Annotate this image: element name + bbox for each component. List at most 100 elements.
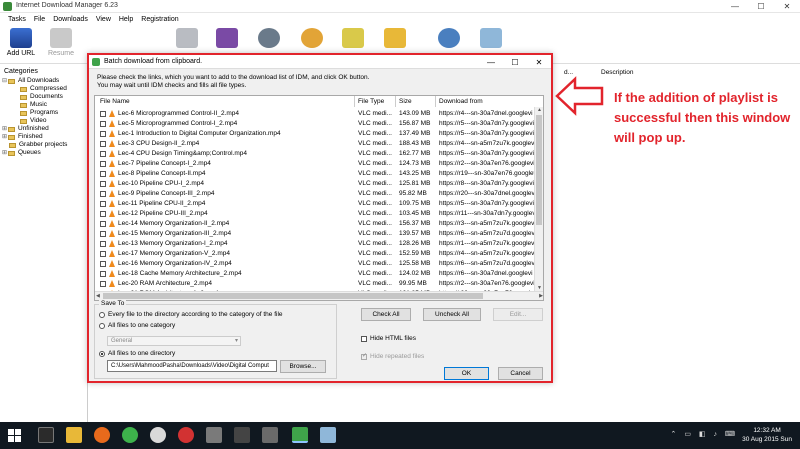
horizontal-scroll-thumb[interactable] <box>103 293 483 299</box>
file-row[interactable]: Lec-20 RAM Architecture_2.mp4 VLC medi...… <box>95 279 535 289</box>
idm-grabber-taskbar-icon[interactable] <box>320 427 336 443</box>
radio-every-file[interactable] <box>99 312 105 318</box>
col-size[interactable]: Size <box>399 98 412 105</box>
category-select[interactable]: General ▾ <box>107 336 241 346</box>
file-checkbox[interactable] <box>100 181 106 187</box>
file-checkbox[interactable] <box>100 211 106 217</box>
file-row[interactable]: Lec-7 Pipeline Concept-I_2.mp4 VLC medi..… <box>95 159 535 169</box>
file-checkbox[interactable] <box>100 221 106 227</box>
file-url: https://r11---sn-30a7dn7y.googlev <box>439 210 535 217</box>
file-checkbox[interactable] <box>100 111 106 117</box>
menu-view[interactable]: View <box>92 14 115 25</box>
hide-html-checkbox[interactable] <box>361 336 367 342</box>
category-unfinished[interactable]: ⊞ Unfinished <box>0 125 87 133</box>
menu-registration[interactable]: Registration <box>137 14 182 25</box>
radio-one-category[interactable] <box>99 323 105 329</box>
cancel-button[interactable]: Cancel <box>498 367 543 380</box>
category-compressed[interactable]: Compressed <box>0 85 87 93</box>
category-all-downloads[interactable]: ⊟ All Downloads <box>0 77 87 85</box>
resume-button[interactable]: Resume <box>44 28 78 62</box>
minimize-button[interactable]: — <box>722 0 748 13</box>
hide-repeated-checkbox[interactable] <box>361 352 367 360</box>
col-last-try[interactable]: d... <box>564 69 573 76</box>
category-documents[interactable]: Documents <box>0 93 87 101</box>
file-table: File Name File Type Size Download from L… <box>94 95 544 301</box>
file-checkbox[interactable] <box>100 261 106 267</box>
file-row[interactable]: Lec-12 Pipeline CPU-III_2.mp4 VLC medi...… <box>95 209 535 219</box>
dialog-maximize-button[interactable]: ☐ <box>503 55 527 69</box>
ok-button[interactable]: OK <box>444 367 489 380</box>
col-file-type[interactable]: File Type <box>358 98 384 105</box>
add-url-button[interactable]: Add URL <box>4 28 38 62</box>
utorrent-icon[interactable] <box>122 427 138 443</box>
file-checkbox[interactable] <box>100 251 106 257</box>
file-row[interactable]: Lec-16 Memory Organization-IV_2.mp4 VLC m… <box>95 259 535 269</box>
uncheck-all-button[interactable]: Uncheck All <box>423 308 481 321</box>
category-music[interactable]: Music <box>0 101 87 109</box>
file-url: https://r4---sn-a5m7zu7k.googlevi <box>439 250 535 257</box>
browse-button[interactable]: Browse... <box>280 360 326 373</box>
file-checkbox[interactable] <box>100 171 106 177</box>
check-all-button[interactable]: Check All <box>361 308 411 321</box>
category-queues[interactable]: ⊞ Queues <box>0 149 87 157</box>
file-row[interactable]: Lec-13 Memory Organization-I_2.mp4 VLC me… <box>95 239 535 249</box>
file-checkbox[interactable] <box>100 151 106 157</box>
dialog-close-button[interactable]: ✕ <box>527 55 551 69</box>
file-row[interactable]: Lec-4 CPU Design Timing&amp;Control.mp4 V… <box>95 149 535 159</box>
start-button[interactable] <box>8 429 21 442</box>
file-row[interactable]: Lec-8 Pipeline Concept-II.mp4 VLC medi...… <box>95 169 535 179</box>
file-checkbox[interactable] <box>100 271 106 277</box>
category-video[interactable]: Video <box>0 117 87 125</box>
task-view-icon[interactable] <box>38 427 54 443</box>
cmd-icon[interactable] <box>234 427 250 443</box>
file-checkbox[interactable] <box>100 121 106 127</box>
menu-downloads[interactable]: Downloads <box>49 14 92 25</box>
file-row[interactable]: Lec-17 Memory Organization-V_2.mp4 VLC me… <box>95 249 535 259</box>
app-icon[interactable] <box>206 427 222 443</box>
menu-tasks[interactable]: Tasks <box>4 14 30 25</box>
col-file-name[interactable]: File Name <box>100 98 130 105</box>
file-row[interactable]: Lec-14 Memory Organization-II_2.mp4 VLC m… <box>95 219 535 229</box>
menu-help[interactable]: Help <box>115 14 137 25</box>
opera-icon[interactable] <box>178 427 194 443</box>
file-checkbox[interactable] <box>100 161 106 167</box>
vertical-scroll-thumb[interactable] <box>536 115 542 225</box>
file-row[interactable]: Lec-11 Pipeline CPU-II_2.mp4 VLC medi... 1… <box>95 199 535 209</box>
horizontal-scrollbar[interactable]: ◀ ▶ <box>95 291 543 300</box>
col-download-from[interactable]: Download from <box>439 98 483 105</box>
file-checkbox[interactable] <box>100 281 106 287</box>
maximize-button[interactable]: ☐ <box>748 0 774 13</box>
file-explorer-icon[interactable] <box>66 427 82 443</box>
edit-button[interactable]: Edit... <box>493 308 543 321</box>
clock[interactable]: 12:32 AM 30 Aug 2015 Sun <box>742 426 792 444</box>
file-row[interactable]: Lec-9 Pipeline Concept-III_2.mp4 VLC medi… <box>95 189 535 199</box>
dialog-minimize-button[interactable]: — <box>479 55 503 69</box>
file-checkbox[interactable] <box>100 241 106 247</box>
idm-taskbar-icon[interactable] <box>292 427 308 443</box>
file-checkbox[interactable] <box>100 141 106 147</box>
file-checkbox[interactable] <box>100 131 106 137</box>
file-row[interactable]: Lec-6 Microprogrammed Control-II_2.mp4 VL… <box>95 109 535 119</box>
menu-file[interactable]: File <box>30 14 49 25</box>
directory-path-input[interactable]: C:\Users\MahmoodPasha\Downloads\Video\Di… <box>107 360 277 372</box>
category-programs[interactable]: Programs <box>0 109 87 117</box>
file-checkbox[interactable] <box>100 201 106 207</box>
system-tray[interactable]: ⌃ ▭ ◧ ♪ ⌨ <box>671 430 738 438</box>
file-row[interactable]: Lec-15 Memory Organization-III_2.mp4 VLC … <box>95 229 535 239</box>
chrome-icon[interactable] <box>150 427 166 443</box>
category-finished[interactable]: ⊞ Finished <box>0 133 87 141</box>
firefox-icon[interactable] <box>94 427 110 443</box>
file-row[interactable]: Lec-3 CPU Design-II_2.mp4 VLC medi... 188.… <box>95 139 535 149</box>
file-row[interactable]: Lec-5 Microprogrammed Control-I_2.mp4 VLC… <box>95 119 535 129</box>
file-checkbox[interactable] <box>100 231 106 237</box>
file-row[interactable]: Lec-1 Introduction to Digital Computer O… <box>95 129 535 139</box>
file-checkbox[interactable] <box>100 191 106 197</box>
file-row[interactable]: Lec-10 Pipeline CPU-I_2.mp4 VLC medi... 12… <box>95 179 535 189</box>
category-grabber-projects[interactable]: Grabber projects <box>0 141 87 149</box>
col-description[interactable]: Description <box>601 69 634 76</box>
close-button[interactable]: ✕ <box>774 0 800 13</box>
app2-icon[interactable] <box>262 427 278 443</box>
vertical-scrollbar[interactable]: ▲ ▼ <box>534 107 543 291</box>
radio-one-directory[interactable] <box>99 351 105 357</box>
file-row[interactable]: Lec-18 Cache Memory Architecture_2.mp4 VL… <box>95 269 535 279</box>
